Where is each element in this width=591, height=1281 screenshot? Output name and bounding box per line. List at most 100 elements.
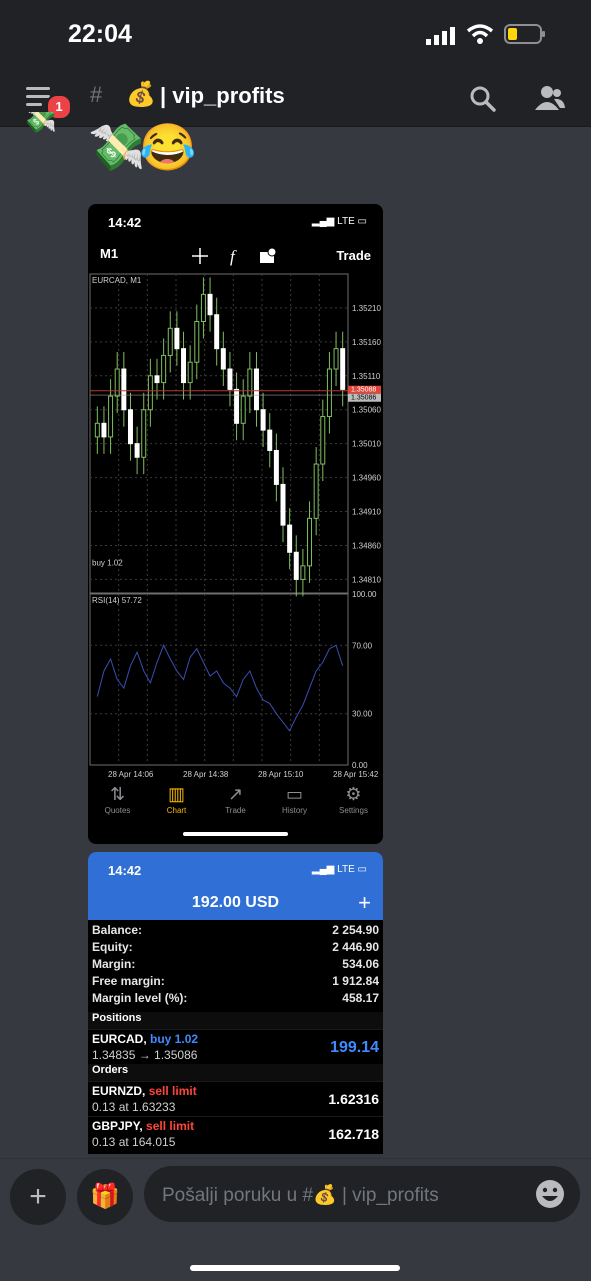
crosshair-icon xyxy=(192,248,208,264)
candle-body xyxy=(326,368,332,418)
locked-channel-icon: # xyxy=(90,82,103,107)
candle-body xyxy=(287,524,293,553)
candle-body xyxy=(273,449,279,485)
buy-label: buy 1.02 xyxy=(92,558,123,567)
status-clock: 22:04 xyxy=(68,20,132,48)
screenshot-clock: 14:42 xyxy=(108,863,142,878)
candle-body xyxy=(293,551,299,580)
candle-body xyxy=(340,348,346,390)
trade-button[interactable]: Trade xyxy=(336,248,371,263)
rsi-tick-label: 100.00 xyxy=(352,590,377,599)
order-row[interactable]: GBPJPY, sell limit 0.13 at 164.015 162.7… xyxy=(88,1116,383,1151)
candle-body xyxy=(167,327,173,356)
rsi-tick-label: 70.00 xyxy=(352,641,373,650)
history-icon: ▭ xyxy=(285,784,303,804)
message-input-bar: + 🎁 Pošalji poruku u #💰 | vip_profits xyxy=(0,1158,591,1281)
home-indicator xyxy=(183,832,288,836)
message-input[interactable]: Pošalji poruku u #💰 | vip_profits xyxy=(144,1166,580,1222)
price-tick-label: 1.35060 xyxy=(352,406,381,415)
cell-signal-icon xyxy=(426,27,455,45)
price-tick-label: 1.34910 xyxy=(352,508,381,517)
time-tick-label: 28 Apr 14:38 xyxy=(183,770,229,779)
price-tick-label: 1.34860 xyxy=(352,541,381,550)
home-indicator xyxy=(190,1265,400,1271)
candle-body xyxy=(333,348,339,370)
candle-body xyxy=(187,361,193,384)
gift-icon[interactable]: 🎁 xyxy=(77,1169,133,1225)
candle-body xyxy=(101,422,107,438)
position-row[interactable]: EURCAD, buy 1.02 1.34835 → 1.35086 199.1… xyxy=(88,1029,383,1064)
candle-body xyxy=(94,422,100,438)
candle-body xyxy=(121,368,127,411)
tab-history[interactable]: ▭ History xyxy=(265,782,324,815)
add-icon[interactable]: + xyxy=(358,890,371,916)
add-attachment-button[interactable]: + xyxy=(10,1169,66,1225)
account-row: Free margin: 1 912.84 xyxy=(92,974,379,988)
account-row: Equity: 2 446.90 xyxy=(92,940,379,954)
timeframe-label: M1 xyxy=(100,246,119,261)
candle-body xyxy=(181,348,187,384)
quotes-icon: ⇅ xyxy=(109,784,126,804)
candle-body xyxy=(214,314,220,350)
search-icon[interactable] xyxy=(468,84,498,114)
emoji-icon[interactable] xyxy=(534,1178,566,1210)
candle-body xyxy=(300,565,306,580)
candle-body xyxy=(134,443,140,458)
candle-body xyxy=(194,321,200,363)
tab-chart[interactable]: ▥ Chart xyxy=(147,782,206,815)
orders-header: Orders xyxy=(88,1064,383,1081)
rsi-tick-label: 30.00 xyxy=(352,710,373,719)
chart-screenshot[interactable]: 14:42 ▂▄▆ LTE ▭ M1 f Trade 1.35210 1.3516… xyxy=(88,204,383,844)
time-tick-label: 28 Apr 15:42 xyxy=(333,770,379,779)
candle-body xyxy=(220,348,226,370)
chart-toolbar: f xyxy=(192,247,277,266)
candle-body xyxy=(161,354,167,384)
price-tick-label: 1.35110 xyxy=(352,372,381,381)
price-tag-label: 1.35088 xyxy=(351,387,376,394)
candle-body xyxy=(127,409,133,445)
candle-body xyxy=(227,368,233,390)
order-row[interactable]: EURNZD, sell limit 0.13 at 1.63233 1.623… xyxy=(88,1081,383,1116)
candle-body xyxy=(200,293,206,323)
tab-trade[interactable]: ↗ Trade xyxy=(206,782,265,815)
rsi-pane xyxy=(89,593,349,766)
profit-total: 192.00 USD xyxy=(191,894,280,911)
candle-body xyxy=(234,388,240,424)
candle-body xyxy=(247,368,253,397)
battery-icon xyxy=(504,24,545,44)
settings-icon: ⚙ xyxy=(345,784,362,804)
function-icon: f xyxy=(230,247,237,266)
rsi-line xyxy=(96,644,344,732)
chart-icon: ▥ xyxy=(167,784,185,804)
candle-body xyxy=(307,517,313,567)
channel-name[interactable]: | vip_profits xyxy=(160,83,285,109)
members-icon[interactable] xyxy=(534,84,566,112)
screenshot-network: ▂▄▆ LTE ▭ xyxy=(311,216,367,227)
candle-body xyxy=(207,293,213,316)
account-screenshot[interactable]: 14:42 ▂▄▆ LTE ▭ 192.00 USD + Balance: 2 2… xyxy=(88,852,383,1154)
candle-body xyxy=(108,395,114,438)
trade-icon: ↗ xyxy=(227,784,244,804)
price-tick-label: 1.34960 xyxy=(352,474,381,483)
candlestick-chart[interactable]: 1.35210 1.35160 1.35110 1.35060 1.35010 1.349… xyxy=(88,272,383,782)
price-tag-label: 1.35086 xyxy=(351,395,376,402)
candle-body xyxy=(260,409,266,431)
candle-body xyxy=(147,375,153,411)
candle-body xyxy=(313,463,319,519)
bottom-tab-bar: ⇅ Quotes ▥ Chart ↗ Trade ▭ History ⚙ Settings xyxy=(88,782,383,828)
tab-quotes[interactable]: ⇅ Quotes xyxy=(88,782,147,815)
message-placeholder: Pošalji poruku u #💰 | vip_profits xyxy=(162,1185,439,1206)
account-row: Balance: 2 254.90 xyxy=(92,923,379,937)
candle-body xyxy=(267,429,273,451)
candle-body xyxy=(154,375,160,384)
rsi-label: RSI(14) 57.72 xyxy=(92,596,142,605)
account-row: Margin level (%): 458.17 xyxy=(92,991,379,1005)
candle-body xyxy=(240,395,246,424)
tab-settings[interactable]: ⚙ Settings xyxy=(324,782,383,815)
screenshot-clock: 14:42 xyxy=(108,215,142,230)
money-bag-emoji: 💰 xyxy=(126,81,156,108)
price-tick-label: 1.35160 xyxy=(352,338,381,347)
status-bar: 22:04 xyxy=(0,0,591,70)
avatar[interactable]: 💸 xyxy=(22,112,68,134)
candle-body xyxy=(253,368,259,411)
